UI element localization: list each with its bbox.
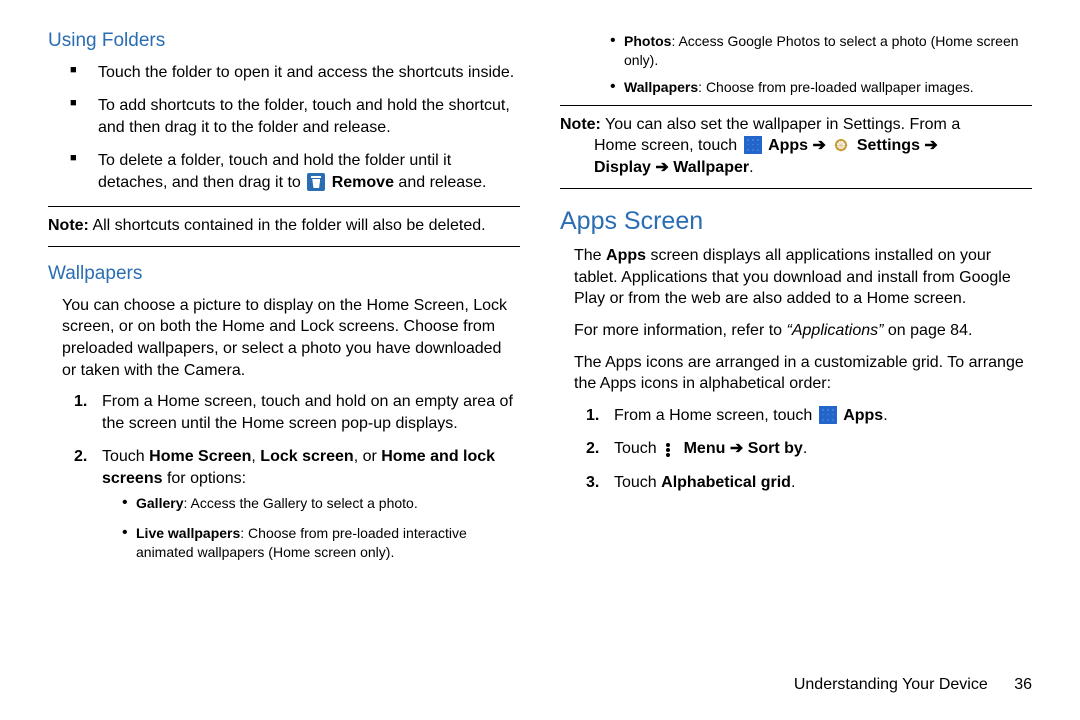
wallpaper-options-continued: Photos: Access Google Photos to select a… [560,32,1032,97]
right-column: Photos: Access Google Photos to select a… [560,28,1032,668]
list-item: 2. Touch Menu ➔ Sort by. [614,438,1032,460]
heading-apps-screen: Apps Screen [560,205,1032,239]
apps-steps: 1. From a Home screen, touch Apps. 2. To… [560,405,1032,494]
apps-grid-icon [819,406,837,424]
note-folders: Note: All shortcuts contained in the fol… [48,215,520,237]
page-footer: Understanding Your Device 36 [794,674,1032,696]
wallpaper-options: Gallery: Access the Gallery to select a … [102,494,520,563]
list-item: Gallery: Access the Gallery to select a … [136,494,520,513]
apps-p1: The Apps screen displays all application… [560,245,1032,310]
list-item: 1.From a Home screen, touch and hold on … [102,391,520,434]
divider [560,105,1032,106]
wallpapers-steps: 1.From a Home screen, touch and hold on … [48,391,520,562]
list-item: To delete a folder, touch and hold the f… [98,150,520,193]
list-item: 3. Touch Alphabetical grid. [614,472,1032,494]
list-item: 1. From a Home screen, touch Apps. [614,405,1032,427]
apps-p3: The Apps icons are arranged in a customi… [560,352,1032,395]
apps-p2: For more information, refer to “Applicat… [560,320,1032,342]
page-number: 36 [1014,676,1032,693]
using-folders-list: Touch the folder to open it and access t… [48,62,520,194]
trash-icon [307,173,325,191]
list-item: Photos: Access Google Photos to select a… [624,32,1032,70]
list-item: 2. Touch Home Screen, Lock screen, or Ho… [102,446,520,562]
footer-section: Understanding Your Device [794,676,988,693]
wallpapers-intro: You can choose a picture to display on t… [48,295,520,381]
heading-using-folders: Using Folders [48,28,520,54]
note-wallpaper: Note: You can also set the wallpaper in … [560,114,1032,179]
list-item: Touch the folder to open it and access t… [98,62,520,84]
list-item: Wallpapers: Choose from pre-loaded wallp… [624,78,1032,97]
divider [560,188,1032,189]
divider [48,206,520,207]
heading-wallpapers: Wallpapers [48,261,520,287]
divider [48,246,520,247]
settings-gear-icon [832,136,850,154]
list-item: Live wallpapers: Choose from pre-loaded … [136,524,520,562]
left-column: Using Folders Touch the folder to open i… [48,28,520,668]
apps-grid-icon [744,136,762,154]
menu-dots-icon [663,441,677,457]
list-item: To add shortcuts to the folder, touch an… [98,95,520,138]
